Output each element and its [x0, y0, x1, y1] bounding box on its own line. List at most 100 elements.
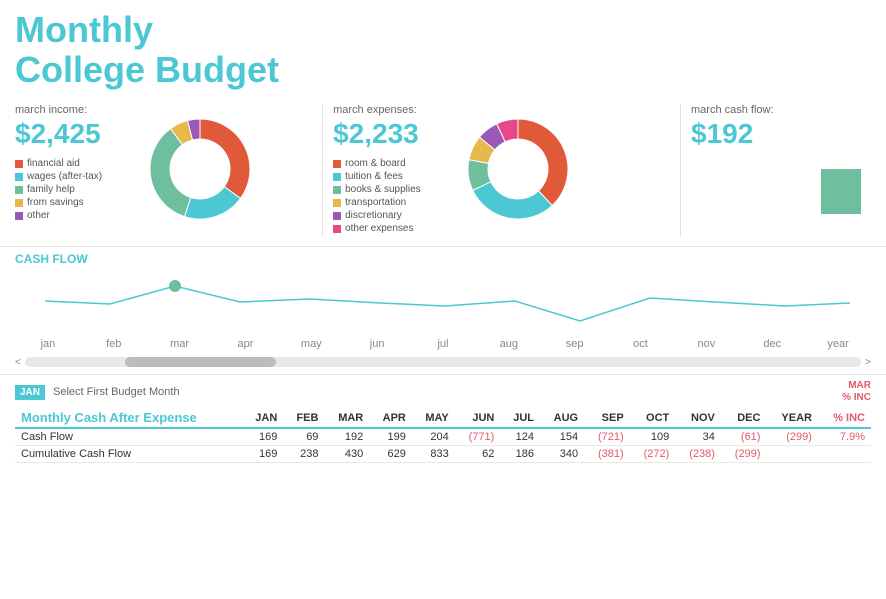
legend-item: other [15, 210, 125, 221]
legend-item: books & supplies [333, 184, 443, 195]
column-header: SEP [584, 408, 630, 428]
chart-highlight-dot [169, 280, 181, 292]
income-text: march income: $2,425 financial aid wages … [15, 104, 125, 223]
legend-color [15, 160, 23, 168]
row-label: Cumulative Cash Flow [15, 446, 242, 463]
budget-table: Monthly Cash After ExpenseJANFEBMARAPRMA… [15, 408, 871, 463]
income-section: march income: $2,425 financial aid wages … [15, 104, 323, 236]
month-labels: janfebmaraprmayjunjulaugsepoctnovdecyear [15, 336, 871, 354]
income-donut [135, 104, 265, 234]
cell-value: 430 [324, 446, 369, 463]
month-label: mar [147, 338, 213, 350]
cell-value: 124 [500, 428, 540, 446]
expenses-donut [453, 104, 583, 234]
cell-value: (272) [630, 446, 676, 463]
cell-value: (721) [584, 428, 630, 446]
month-label: jun [344, 338, 410, 350]
income-legend: financial aidwages (after-tax)family hel… [15, 158, 125, 221]
month-label: sep [542, 338, 608, 350]
cell-value: (299) [766, 428, 817, 446]
cell-value: 34 [675, 428, 721, 446]
legend-label: tuition & fees [345, 171, 403, 182]
cell-value: (381) [584, 446, 630, 463]
cell-value: 238 [283, 446, 324, 463]
cell-value: 186 [500, 446, 540, 463]
legend-item: room & board [333, 158, 443, 169]
cell-value: (238) [675, 446, 721, 463]
cashflow-section: march cash flow: $192 [691, 104, 871, 236]
expenses-donut-svg [453, 104, 583, 234]
legend-color [333, 199, 341, 207]
month-label: apr [213, 338, 279, 350]
chart-section: CASH FLOW janfebmaraprmayjunjulaugsepoct… [0, 247, 886, 375]
expenses-label: march expenses: [333, 104, 443, 116]
column-header: APR [369, 408, 412, 428]
column-header: YEAR [766, 408, 817, 428]
row-label: Cash Flow [15, 428, 242, 446]
legend-item: financial aid [15, 158, 125, 169]
column-header: DEC [721, 408, 767, 428]
cell-value: 169 [242, 446, 283, 463]
summary-section: march income: $2,425 financial aid wages … [0, 94, 886, 247]
column-header: FEB [283, 408, 324, 428]
month-label: dec [739, 338, 805, 350]
column-header: JUN [455, 408, 501, 428]
column-header: JAN [242, 408, 283, 428]
mar-inc-col-header: % INC [818, 408, 871, 428]
scrollbar-track[interactable] [25, 357, 861, 367]
cell-value [766, 446, 817, 463]
scroll-right-arrow[interactable]: > [865, 357, 871, 368]
cell-value: 204 [412, 428, 455, 446]
legend-label: wages (after-tax) [27, 171, 102, 182]
expenses-amount: $2,233 [333, 118, 443, 150]
legend-label: other [27, 210, 50, 221]
expenses-section: march expenses: $2,233 room & board tuiti… [333, 104, 681, 236]
cell-value: 62 [455, 446, 501, 463]
legend-color [333, 225, 341, 233]
income-label: march income: [15, 104, 125, 116]
legend-color [333, 173, 341, 181]
cell-value: 833 [412, 446, 455, 463]
legend-color [15, 173, 23, 181]
legend-label: room & board [345, 158, 406, 169]
jan-badge: JAN [15, 385, 45, 400]
column-header: MAR [324, 408, 369, 428]
cell-value: 109 [630, 428, 676, 446]
table-section: JAN Select First Budget Month MAR% INC M… [0, 375, 886, 468]
cell-value: (771) [455, 428, 501, 446]
legend-color [15, 199, 23, 207]
scroll-left-arrow[interactable]: < [15, 357, 21, 368]
legend-label: transportation [345, 197, 406, 208]
income-donut-svg [135, 104, 265, 234]
page-title: Monthly College Budget [15, 10, 871, 89]
select-budget-month[interactable]: Select First Budget Month [53, 386, 180, 398]
expenses-text: march expenses: $2,233 room & board tuiti… [333, 104, 443, 236]
cell-value: (61) [721, 428, 767, 446]
cell-value: 629 [369, 446, 412, 463]
month-label: nov [673, 338, 739, 350]
cashflow-amount: $192 [691, 118, 801, 150]
scrollbar-thumb[interactable] [125, 357, 276, 367]
column-header: AUG [540, 408, 584, 428]
cell-value: 199 [369, 428, 412, 446]
cell-value: 154 [540, 428, 584, 446]
month-label: oct [608, 338, 674, 350]
page-header: Monthly College Budget [0, 0, 886, 94]
table-header-row: JAN Select First Budget Month MAR% INC [15, 380, 871, 404]
scrollbar-area[interactable]: < > [15, 354, 871, 370]
column-header: JUL [500, 408, 540, 428]
legend-color [333, 186, 341, 194]
cell-value: 69 [283, 428, 324, 446]
mar-inc-value [818, 446, 871, 463]
legend-label: other expenses [345, 223, 413, 234]
legend-item: other expenses [333, 223, 443, 234]
legend-label: from savings [27, 197, 84, 208]
column-header: OCT [630, 408, 676, 428]
legend-label: financial aid [27, 158, 80, 169]
line-chart-area [15, 266, 871, 336]
legend-color [333, 212, 341, 220]
cell-value: (299) [721, 446, 767, 463]
legend-color [333, 160, 341, 168]
income-amount: $2,425 [15, 118, 125, 150]
legend-color [15, 186, 23, 194]
